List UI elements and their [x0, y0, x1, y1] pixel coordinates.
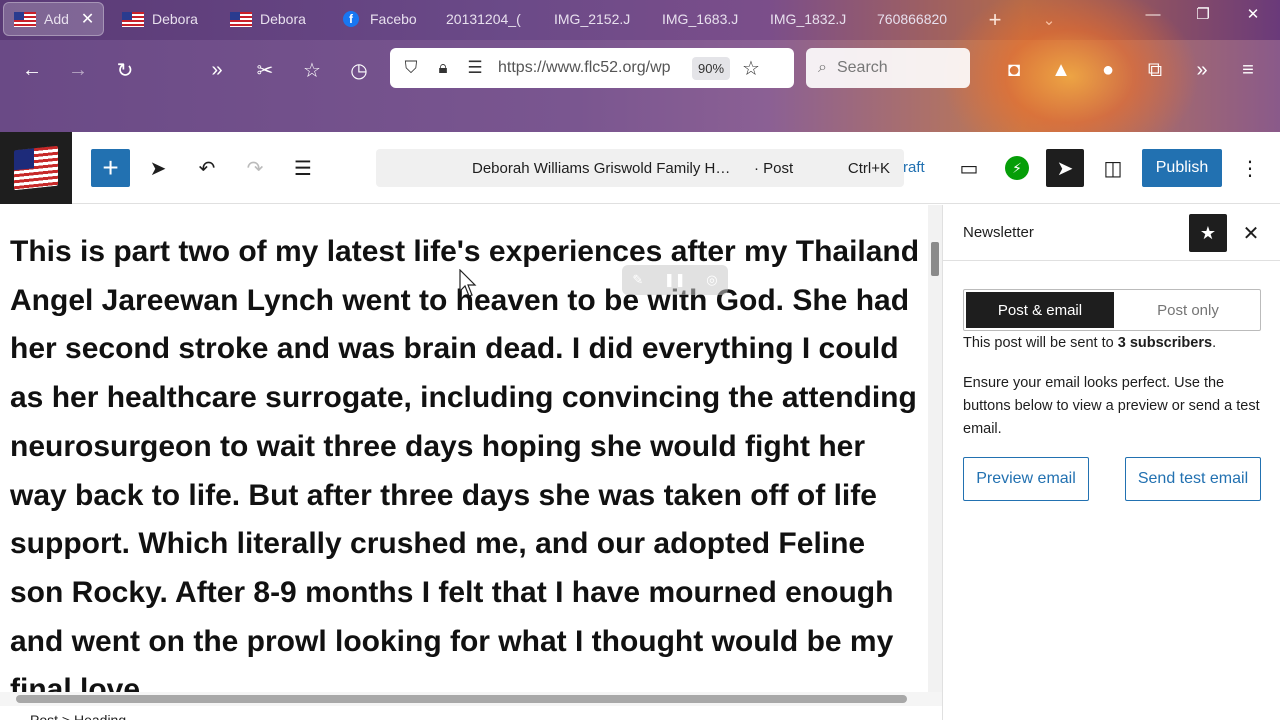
command-palette-bar[interactable]: Deborah Williams Griswold Family H… · Po…: [376, 149, 904, 187]
tab-label: IMG_1683.J: [662, 11, 739, 27]
publish-button[interactable]: Publish: [1142, 149, 1222, 187]
post-only-option[interactable]: Post only: [1116, 290, 1260, 330]
select-tool-icon[interactable]: ➤: [142, 152, 174, 184]
record-icon[interactable]: ◎: [706, 272, 717, 288]
preview-email-button[interactable]: Preview email: [963, 457, 1089, 501]
settings-sidebar-icon[interactable]: ◫: [1097, 152, 1129, 184]
zoom-level[interactable]: 90%: [692, 56, 731, 80]
tab-image-3[interactable]: IMG_1683.J: [652, 2, 752, 36]
document-overview-icon[interactable]: ☰: [287, 152, 319, 184]
site-settings-icon[interactable]: ☰: [464, 57, 486, 79]
tab-label: IMG_1832.J: [770, 11, 847, 27]
sidebar-title: Newsletter: [963, 224, 1034, 241]
restore-icon[interactable]: ❐: [1180, 0, 1226, 28]
tab-label: Facebo: [370, 11, 417, 27]
history-icon[interactable]: ◷: [345, 56, 373, 84]
block-toolbar[interactable]: ✎ ❚❚ ◎: [622, 265, 728, 295]
star-icon[interactable]: ★: [1189, 214, 1227, 252]
tab-image-4[interactable]: IMG_1832.J: [760, 2, 860, 36]
shortcut-hint: Ctrl+K: [847, 159, 890, 177]
newsletter-sidebar: Newsletter ★ ✕ Post & email Post only Th…: [942, 205, 1280, 720]
avatar[interactable]: ●: [1094, 56, 1122, 84]
tab-label: 20131204_(: [446, 11, 521, 27]
jetpack-icon[interactable]: ⚡: [1005, 156, 1029, 180]
undo-icon[interactable]: ↶: [191, 152, 223, 184]
search-icon: ⌕: [818, 59, 827, 76]
tab-deborah-2[interactable]: Debora: [220, 2, 320, 36]
screenshot-icon[interactable]: ✂: [251, 56, 279, 84]
tab-label: Debora: [152, 11, 198, 27]
shield-icon[interactable]: ⛉: [400, 57, 422, 79]
pause-icon[interactable]: ❚❚: [664, 272, 686, 288]
vertical-scroll-thumb[interactable]: [931, 242, 939, 276]
more-options-icon[interactable]: ⋮: [1238, 152, 1262, 184]
close-window-icon[interactable]: ✕: [1230, 0, 1276, 28]
breadcrumb[interactable]: Post > Heading: [30, 712, 126, 720]
pocket-icon[interactable]: ◘: [1000, 56, 1028, 84]
newsletter-send-icon[interactable]: ➤: [1046, 149, 1084, 187]
tab-facebook[interactable]: f Facebo: [330, 2, 430, 36]
new-tab-icon[interactable]: +: [972, 6, 1018, 34]
tab-label: Add: [44, 11, 69, 27]
search-input[interactable]: ⌕ Search: [806, 48, 970, 88]
subscriber-count-text: This post will be sent to 3 subscribers.: [963, 335, 1216, 351]
close-icon[interactable]: ✕: [1239, 219, 1263, 247]
sidebar-header: Newsletter ★ ✕: [943, 205, 1280, 261]
hamburger-menu-icon[interactable]: ≡: [1234, 56, 1262, 84]
document-title: Deborah Williams Griswold Family H…: [472, 159, 731, 177]
send-mode-toggle[interactable]: Post & email Post only: [963, 289, 1261, 331]
save-draft-link[interactable]: raft: [903, 159, 925, 176]
horizontal-scroll-thumb[interactable]: [16, 695, 907, 703]
forward-icon[interactable]: →: [64, 56, 92, 84]
subscriber-count: 3 subscribers: [1117, 335, 1213, 351]
bookmark-icon[interactable]: ☆: [298, 56, 326, 84]
preview-device-icon[interactable]: ▭: [953, 152, 985, 184]
overflow-menu-icon[interactable]: »: [1188, 56, 1216, 84]
tab-deborah-1[interactable]: Debora: [112, 2, 212, 36]
url-text[interactable]: https://www.flc52.org/wp: [498, 59, 686, 77]
editor-header: + ➤ ↶ ↷ ☰ Deborah Williams Griswold Fami…: [0, 132, 1280, 204]
mouse-cursor-icon: [459, 269, 477, 297]
reload-icon[interactable]: ↻: [111, 56, 139, 84]
edit-icon[interactable]: ✎: [632, 272, 643, 288]
extension-icon[interactable]: ▲: [1047, 56, 1075, 84]
minimize-icon[interactable]: —: [1130, 0, 1176, 28]
star-icon[interactable]: ☆: [742, 56, 760, 81]
vertical-scrollbar[interactable]: [928, 205, 942, 692]
tab-label: Debora: [260, 11, 306, 27]
close-tab-icon[interactable]: ✕: [81, 9, 94, 29]
add-block-button[interactable]: +: [91, 149, 130, 187]
document-type: · Post: [754, 159, 794, 177]
site-logo[interactable]: [0, 132, 72, 204]
us-flag-icon: [230, 11, 252, 27]
lock-icon[interactable]: 🔒︎: [432, 57, 454, 79]
email-preview-description: Ensure your email looks perfect. Use the…: [963, 375, 1260, 437]
tab-image-2[interactable]: IMG_2152.J: [544, 2, 644, 36]
search-placeholder: Search: [836, 59, 888, 76]
post-and-email-option[interactable]: Post & email: [966, 292, 1114, 328]
us-flag-icon: [14, 11, 36, 27]
sent-suffix: .: [1212, 335, 1217, 351]
sent-prefix: This post will be sent to: [963, 335, 1118, 351]
chevron-down-icon[interactable]: ⌄: [1026, 6, 1072, 34]
tab-add[interactable]: Add ✕: [3, 2, 104, 36]
tab-image-5[interactable]: 760866820: [867, 2, 967, 36]
address-bar[interactable]: ⛉ 🔒︎ ☰ https://www.flc52.org/wp 90% ☆: [390, 48, 794, 88]
overflow-icon[interactable]: »: [203, 56, 231, 84]
send-test-email-button[interactable]: Send test email: [1125, 457, 1261, 501]
redo-icon[interactable]: ↷: [239, 152, 271, 184]
tab-label: 760866820: [877, 11, 948, 27]
tab-image-1[interactable]: 20131204_(: [436, 2, 536, 36]
facebook-icon: f: [340, 11, 362, 27]
extensions-icon[interactable]: ⧉: [1141, 56, 1169, 84]
us-flag-icon: [122, 11, 144, 27]
back-icon[interactable]: ←: [18, 56, 46, 84]
tab-label: IMG_2152.J: [554, 11, 631, 27]
browser-tab-bar: Add ✕ Debora Debora f Facebo 20131204_( …: [0, 0, 1280, 40]
